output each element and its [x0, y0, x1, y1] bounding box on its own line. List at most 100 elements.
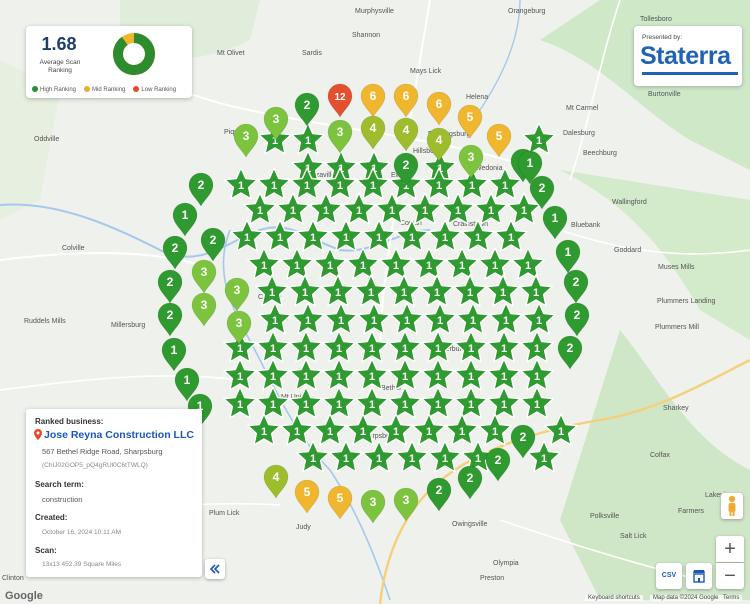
rank-pin-value: 2 — [567, 341, 574, 355]
map-place-label: Tollesboro — [640, 16, 672, 23]
rank-pin-value: 3 — [201, 265, 208, 279]
rank-star-value: 1 — [376, 453, 382, 465]
rank-star-value: 1 — [338, 315, 344, 327]
rank-star-value: 1 — [369, 371, 375, 383]
rank-pin-value: 1 — [552, 211, 559, 225]
rank-star-value: 1 — [534, 399, 540, 411]
rank-star-value: 1 — [277, 232, 283, 244]
rank-star-value: 1 — [244, 232, 250, 244]
rank-star-value: 1 — [360, 426, 366, 438]
rank-star-value: 1 — [502, 180, 508, 192]
csv-icon: CSV — [661, 572, 677, 579]
rank-star-value: 1 — [442, 453, 448, 465]
presented-by-label: Presented by: — [642, 34, 683, 41]
map-place-label: Sardis — [302, 50, 322, 57]
rank-star-value: 1 — [467, 287, 473, 299]
rank-pin-value: 12 — [334, 92, 346, 103]
rank-star-value: 1 — [521, 205, 527, 217]
created-value: October 16, 2024 10:11 AM — [42, 529, 122, 536]
rank-star-value: 1 — [305, 315, 311, 327]
rank-star-value: 1 — [501, 371, 507, 383]
business-address: 567 Bethel Ridge Road, Sharpsburg — [42, 447, 163, 456]
rank-star-value: 1 — [435, 371, 441, 383]
rank-pin-value: 2 — [574, 308, 581, 322]
rank-star-value: 1 — [327, 260, 333, 272]
business-name-link[interactable]: Jose Reyna Construction LLC — [44, 429, 194, 441]
rank-star-value: 1 — [508, 232, 514, 244]
csv-export-button[interactable]: CSV — [656, 563, 682, 589]
rank-star-value: 1 — [336, 399, 342, 411]
map-place-label: Owingsville — [452, 521, 488, 528]
rank-star-value: 1 — [336, 371, 342, 383]
rank-star-value: 1 — [271, 180, 277, 192]
rank-pin-value: 3 — [403, 493, 410, 507]
rank-pin-value: 2 — [167, 308, 174, 322]
rank-pin-value: 2 — [495, 453, 502, 467]
rank-star-value: 1 — [356, 205, 362, 217]
rank-star-value: 1 — [257, 205, 263, 217]
brand-logo: Staterra — [640, 42, 731, 70]
legend-high: High Ranking — [32, 86, 76, 93]
map-place-label: Dalesburg — [563, 130, 595, 137]
store-button[interactable] — [686, 563, 712, 589]
keyboard-shortcuts-link[interactable]: Keyboard shortcuts — [585, 595, 643, 601]
rank-star-value: 1 — [437, 315, 443, 327]
rank-star-value: 1 — [534, 371, 540, 383]
search-term-value: construction — [42, 495, 83, 504]
rank-pin-value: 2 — [573, 275, 580, 289]
rank-star-value: 1 — [368, 287, 374, 299]
rank-star-value: 1 — [272, 315, 278, 327]
rank-pin-value: 1 — [182, 208, 189, 222]
rank-pin-value: 4 — [273, 470, 280, 484]
rank-star-value: 1 — [558, 426, 564, 438]
rank-pin-value: 5 — [467, 110, 474, 124]
rank-star-value: 1 — [402, 399, 408, 411]
map-place-label: Helena — [466, 94, 488, 101]
rank-star-value: 1 — [269, 287, 275, 299]
map-place-label: Plum Lick — [209, 510, 240, 517]
map-place-label: Shannon — [352, 32, 380, 39]
zoom-in-button[interactable]: + — [716, 536, 744, 562]
rank-star-value: 1 — [376, 232, 382, 244]
collapse-panel-button[interactable] — [205, 559, 225, 579]
rank-pin-value: 1 — [527, 156, 534, 170]
rank-star-value: 1 — [270, 343, 276, 355]
rank-pin-value: 2 — [403, 158, 410, 172]
terms-link[interactable]: Terms — [720, 595, 743, 601]
rank-pin-value: 2 — [436, 483, 443, 497]
map-place-label: Mays Lick — [410, 68, 442, 75]
rank-pin-value: 1 — [565, 245, 572, 259]
map-place-label: Preston — [480, 575, 504, 582]
rank-star-value: 1 — [310, 453, 316, 465]
rank-star-value: 1 — [343, 232, 349, 244]
scan-value: 13x13 452.39 Square Miles — [42, 561, 122, 568]
rank-star-value: 1 — [488, 205, 494, 217]
rank-star-value: 1 — [294, 426, 300, 438]
rank-pin-value: 3 — [236, 316, 243, 330]
rank-star-value: 1 — [369, 399, 375, 411]
storefront-icon — [693, 570, 705, 583]
ranking-donut-chart: 90% — [113, 33, 155, 75]
rank-pin-value: 3 — [337, 125, 344, 139]
zoom-out-button[interactable]: − — [716, 563, 744, 589]
rank-pin-value: 3 — [243, 129, 250, 143]
rank-star-value: 1 — [541, 453, 547, 465]
rank-star-value: 1 — [327, 426, 333, 438]
rank-star-value: 1 — [336, 343, 342, 355]
rank-pin-value: 6 — [370, 89, 377, 103]
rank-star-value: 1 — [435, 399, 441, 411]
rank-pin-value: 3 — [201, 298, 208, 312]
rank-star-value: 1 — [290, 205, 296, 217]
rank-pin-value: 1 — [171, 343, 178, 357]
map-place-label: Muses Mills — [658, 264, 695, 271]
rank-star-value: 1 — [459, 426, 465, 438]
map-place-label: Plummers Mill — [655, 324, 699, 331]
street-view-pegman[interactable] — [721, 493, 743, 519]
rank-star-value: 1 — [409, 453, 415, 465]
double-chevron-left-icon — [209, 564, 220, 574]
rank-star-value: 1 — [536, 135, 542, 147]
rank-star-value: 1 — [442, 232, 448, 244]
rank-star-value: 1 — [303, 343, 309, 355]
rank-star-value: 1 — [434, 287, 440, 299]
google-logo: Google — [5, 590, 43, 602]
